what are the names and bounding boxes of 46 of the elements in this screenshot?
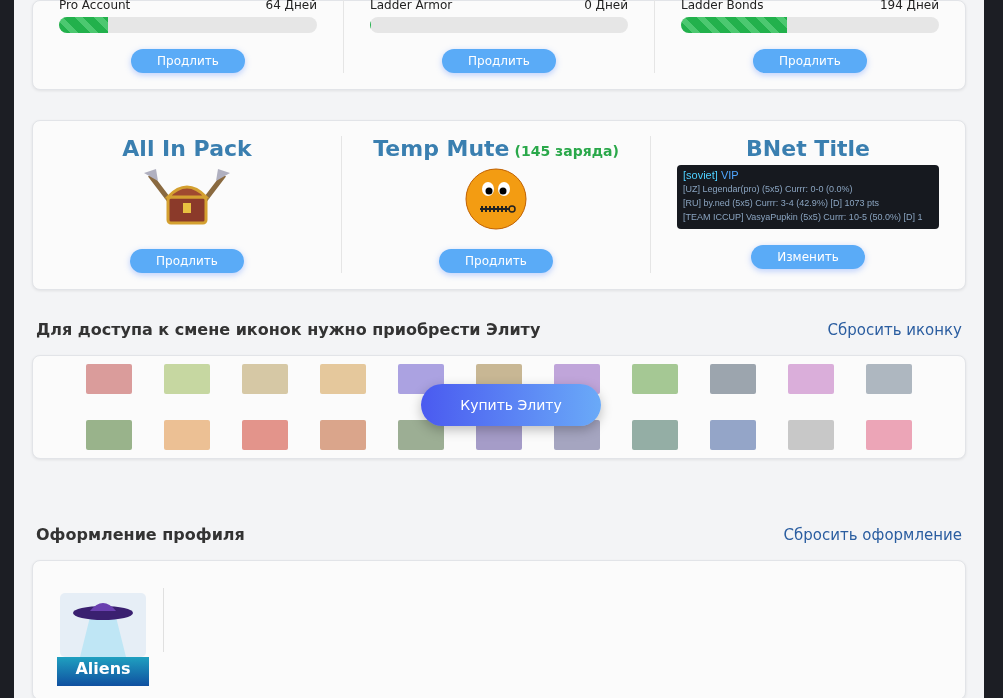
subscription-name: Pro Account xyxy=(59,0,131,9)
subscription-name: Ladder Armor xyxy=(370,0,453,9)
icon-thumbnail xyxy=(164,364,210,394)
reset-icon-link[interactable]: Сбросить иконку xyxy=(827,320,962,339)
extend-button[interactable]: Продлить xyxy=(753,49,867,73)
icon-thumbnail xyxy=(86,420,132,450)
item-title: BNet Title xyxy=(746,136,870,161)
icon-thumbnail xyxy=(788,420,834,450)
icon-thumbnail xyxy=(164,420,210,450)
reset-profile-link[interactable]: Сбросить оформление xyxy=(783,525,962,544)
icon-thumbnail xyxy=(86,364,132,394)
days-left: 0 Дней xyxy=(584,0,628,9)
preview-line: [RU] by.ned (5x5) Currr: 3-4 (42.9%) [D] 1073 pts xyxy=(683,197,880,210)
preview-line: [UZ] Legendar(pro) (5x5) Currr: 0-0 (0.0%) xyxy=(683,183,854,196)
icon-thumbnail xyxy=(710,364,756,394)
icon-thumbnail xyxy=(632,420,678,450)
extend-button[interactable]: Продлить xyxy=(439,249,553,273)
section-heading: Оформление профиля xyxy=(36,525,245,544)
theme-label[interactable]: Aliens xyxy=(57,657,149,686)
ufo-icon xyxy=(60,593,146,657)
icon-thumbnail xyxy=(320,364,366,394)
buy-elite-button[interactable]: Купить Элиту xyxy=(421,384,601,426)
icon-thumbnail xyxy=(398,364,444,394)
days-left: 194 Дней xyxy=(879,0,939,9)
item-title: All In Pack xyxy=(122,136,252,161)
icon-thumbnail xyxy=(632,364,678,394)
icon-thumbnail xyxy=(320,420,366,450)
subscription-name: Ladder Bonds xyxy=(681,0,764,9)
extend-button[interactable]: Продлить xyxy=(442,49,556,73)
extend-button[interactable]: Продлить xyxy=(130,249,244,273)
item-title: Temp Mute xyxy=(373,136,510,161)
extend-button[interactable]: Продлить xyxy=(131,49,245,73)
icon-thumbnail xyxy=(710,420,756,450)
preview-line: [TEAM ICCUP] VasyaPupkin (5x5) Currr: 10-5 (50.0%) [D] 1 xyxy=(683,211,924,224)
preview-line: [soviet] VIP xyxy=(683,168,740,182)
icon-thumbnail xyxy=(866,364,912,394)
charges-count: (145 заряда) xyxy=(514,143,619,159)
section-heading: Для доступа к смене иконок нужно приобрести Элиту xyxy=(36,320,541,339)
icon-thumbnail xyxy=(788,364,834,394)
days-left: 64 Дней xyxy=(265,0,317,9)
icon-thumbnail xyxy=(242,364,288,394)
icon-thumbnail xyxy=(242,420,288,450)
zipped-mouth-smiley-icon xyxy=(464,167,528,231)
extend-button[interactable]: Изменить xyxy=(751,245,865,269)
icon-thumbnail xyxy=(398,420,444,450)
icon-thumbnail xyxy=(866,420,912,450)
